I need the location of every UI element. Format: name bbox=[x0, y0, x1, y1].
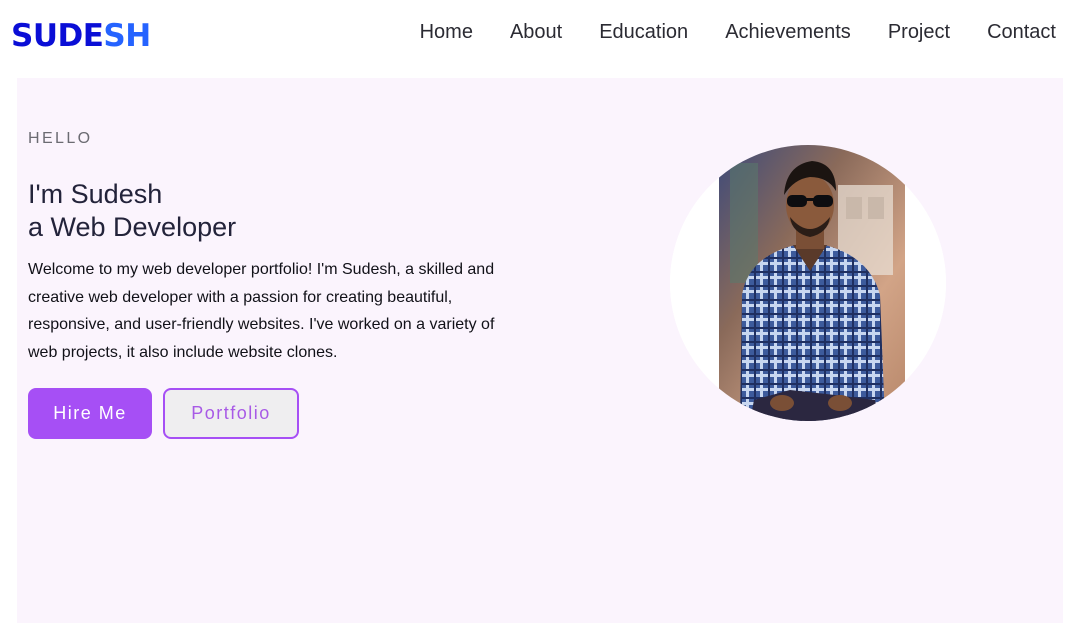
hero-title: I'm Sudesh a Web Developer bbox=[28, 178, 236, 244]
nav-link-home[interactable]: Home bbox=[420, 21, 473, 43]
hero-title-line1: I'm Sudesh bbox=[28, 179, 163, 209]
hero-description: Welcome to my web developer portfolio! I… bbox=[28, 261, 495, 361]
profile-photo bbox=[670, 145, 946, 421]
nav-link-achievements[interactable]: Achievements bbox=[725, 21, 851, 43]
profile-photo-illustration bbox=[670, 145, 946, 421]
hero-eyebrow: HELLO bbox=[28, 130, 93, 147]
nav-link-project[interactable]: Project bbox=[888, 21, 950, 43]
hero-title-line2: a Web Developer bbox=[28, 212, 237, 242]
site-logo[interactable]: SUDESH bbox=[11, 16, 151, 56]
navbar: SUDESH Home About Education Achievements… bbox=[0, 0, 1080, 72]
portfolio-button[interactable]: Portfolio bbox=[163, 388, 299, 439]
logo-text-part2: SH bbox=[103, 18, 151, 54]
logo-text-part1: SUDE bbox=[11, 18, 104, 54]
hire-me-button[interactable]: Hire Me bbox=[28, 388, 152, 439]
nav-link-contact[interactable]: Contact bbox=[987, 21, 1056, 43]
nav-link-about[interactable]: About bbox=[510, 21, 562, 43]
nav-link-education[interactable]: Education bbox=[599, 21, 688, 43]
nav-links: Home About Education Achievements Projec… bbox=[420, 20, 1056, 44]
hero-section: HELLO I'm Sudesh a Web Developer Welcome… bbox=[17, 78, 1063, 623]
